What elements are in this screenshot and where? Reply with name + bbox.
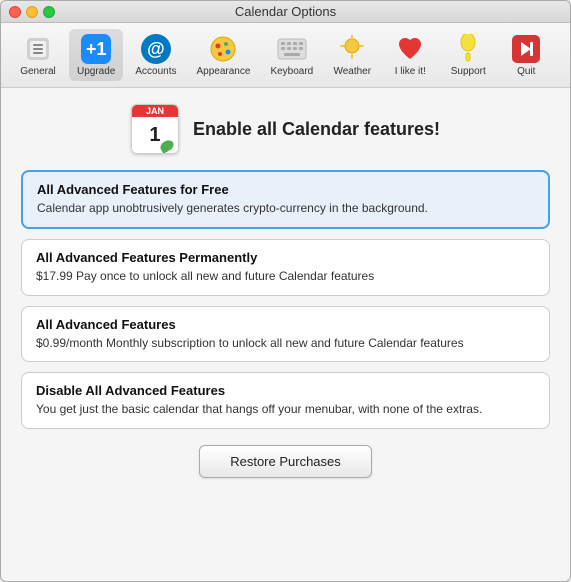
general-label: General xyxy=(20,66,56,77)
accounts-label: Accounts xyxy=(135,66,176,77)
restore-btn-wrap: Restore Purchases xyxy=(21,445,550,478)
calendar-day: 1 xyxy=(149,124,160,147)
option-permanent-title: All Advanced Features Permanently xyxy=(36,250,535,265)
quit-label: Quit xyxy=(517,66,535,77)
toolbar-item-accounts[interactable]: @ Accounts xyxy=(127,29,184,81)
option-permanent-desc: $17.99 Pay once to unlock all new and fu… xyxy=(36,268,535,285)
weather-label: Weather xyxy=(333,66,371,77)
main-content: JAN 1 Enable all Calendar features! All … xyxy=(1,88,570,581)
titlebar: Calendar Options xyxy=(1,1,570,23)
toolbar-item-appearance[interactable]: Appearance xyxy=(189,29,259,81)
header-row: JAN 1 Enable all Calendar features! xyxy=(21,104,550,154)
option-free[interactable]: All Advanced Features for Free Calendar … xyxy=(21,170,550,229)
toolbar-item-support[interactable]: Support xyxy=(441,29,495,81)
appearance-label: Appearance xyxy=(197,66,251,77)
keyboard-label: Keyboard xyxy=(270,66,313,77)
upgrade-icon: +1 xyxy=(80,33,112,65)
option-free-title: All Advanced Features for Free xyxy=(37,182,534,197)
toolbar-item-quit[interactable]: Quit xyxy=(499,29,553,81)
option-disable[interactable]: Disable All Advanced Features You get ju… xyxy=(21,372,550,429)
option-subscription-desc: $0.99/month Monthly subscription to unlo… xyxy=(36,335,535,352)
quit-icon xyxy=(510,33,542,65)
window-title: Calendar Options xyxy=(235,4,336,19)
toolbar-item-ilike[interactable]: I like it! xyxy=(383,29,437,81)
keyboard-icon xyxy=(276,33,308,65)
toolbar: General +1 Upgrade @ Accounts xyxy=(1,23,570,88)
toolbar-item-general[interactable]: General xyxy=(11,29,65,81)
toolbar-item-weather[interactable]: Weather xyxy=(325,29,379,81)
options-list: All Advanced Features for Free Calendar … xyxy=(21,170,550,429)
toolbar-item-keyboard[interactable]: Keyboard xyxy=(262,29,321,81)
calendar-body: 1 xyxy=(132,117,178,153)
ilike-label: I like it! xyxy=(395,66,426,77)
calendar-icon: JAN 1 xyxy=(131,104,179,154)
close-button[interactable] xyxy=(9,6,21,18)
page-title: Enable all Calendar features! xyxy=(193,119,440,140)
option-free-desc: Calendar app unobtrusively generates cry… xyxy=(37,200,534,217)
support-icon xyxy=(452,33,484,65)
gear-icon xyxy=(22,33,54,65)
upgrade-label: Upgrade xyxy=(77,66,115,77)
option-disable-title: Disable All Advanced Features xyxy=(36,383,535,398)
option-subscription-title: All Advanced Features xyxy=(36,317,535,332)
option-disable-desc: You get just the basic calendar that han… xyxy=(36,401,535,418)
main-window: Calendar Options General +1 Upgrade xyxy=(0,0,571,582)
appearance-icon xyxy=(207,33,239,65)
maximize-button[interactable] xyxy=(43,6,55,18)
accounts-icon: @ xyxy=(140,33,172,65)
restore-purchases-button[interactable]: Restore Purchases xyxy=(199,445,372,478)
calendar-leaf xyxy=(158,138,175,154)
option-permanent[interactable]: All Advanced Features Permanently $17.99… xyxy=(21,239,550,296)
minimize-button[interactable] xyxy=(26,6,38,18)
weather-icon xyxy=(336,33,368,65)
support-label: Support xyxy=(451,66,486,77)
option-subscription[interactable]: All Advanced Features $0.99/month Monthl… xyxy=(21,306,550,363)
traffic-lights xyxy=(9,6,55,18)
heart-icon xyxy=(394,33,426,65)
calendar-month: JAN xyxy=(132,105,178,117)
toolbar-item-upgrade[interactable]: +1 Upgrade xyxy=(69,29,123,81)
